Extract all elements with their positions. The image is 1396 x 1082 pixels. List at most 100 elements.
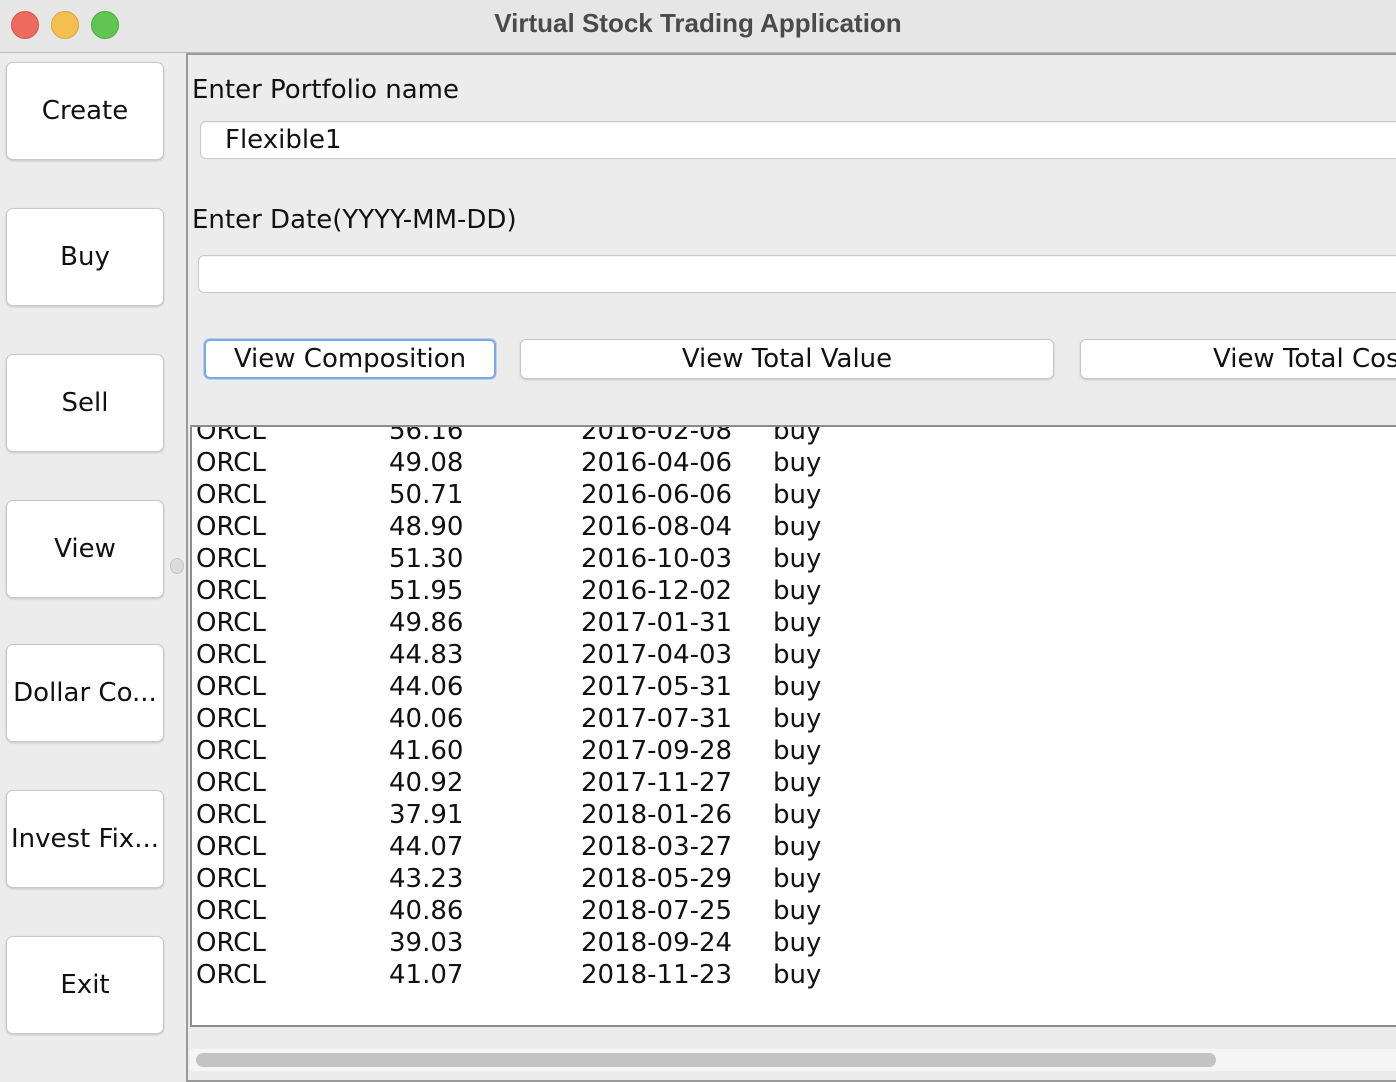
date-cell: 2016-04-06 <box>581 448 733 478</box>
symbol-cell: ORCL <box>196 480 266 510</box>
symbol-cell: ORCL <box>196 928 266 958</box>
date-cell: 2016-02-08 <box>581 425 733 446</box>
symbol-cell: ORCL <box>196 960 266 990</box>
price-cell: 48.90 <box>389 512 464 542</box>
view-total-cost-button[interactable]: View Total Cos <box>1080 339 1396 379</box>
composition-output[interactable]: ORCL 56.16 2016-02-08 buy ORCL 49.08 2016-04-0… <box>190 425 1396 1027</box>
list-item: ORCL 44.07 2018-03-27 buy <box>196 831 896 863</box>
list-item: ORCL 40.06 2017-07-31 buy <box>196 703 896 735</box>
symbol-cell: ORCL <box>196 736 266 766</box>
price-cell: 44.07 <box>389 832 464 862</box>
price-cell: 41.07 <box>389 960 464 990</box>
main-panel: Enter Portfolio name Enter Date(YYYY-MM-… <box>186 53 1396 1082</box>
price-cell: 51.95 <box>389 576 464 606</box>
type-cell: buy <box>773 896 822 926</box>
type-cell: buy <box>773 704 822 734</box>
split-pane-divider[interactable] <box>170 558 184 574</box>
price-cell: 49.86 <box>389 608 464 638</box>
title-bar: Virtual Stock Trading Application <box>0 0 1396 53</box>
list-item: ORCL 40.92 2017-11-27 buy <box>196 767 896 799</box>
list-item: ORCL 51.95 2016-12-02 buy <box>196 575 896 607</box>
symbol-cell: ORCL <box>196 512 266 542</box>
symbol-cell: ORCL <box>196 448 266 478</box>
price-cell: 51.30 <box>389 544 464 574</box>
type-cell: buy <box>773 512 822 542</box>
view-total-value-button[interactable]: View Total Value <box>520 339 1054 379</box>
list-item: ORCL 41.07 2018-11-23 buy <box>196 959 896 991</box>
exit-button[interactable]: Exit <box>6 936 164 1034</box>
list-item: ORCL 40.86 2018-07-25 buy <box>196 895 896 927</box>
symbol-cell: ORCL <box>196 544 266 574</box>
price-cell: 44.06 <box>389 672 464 702</box>
type-cell: buy <box>773 800 822 830</box>
list-item: ORCL 44.83 2017-04-03 buy <box>196 639 896 671</box>
symbol-cell: ORCL <box>196 704 266 734</box>
price-cell: 56.16 <box>389 425 464 446</box>
date-cell: 2018-05-29 <box>581 864 733 894</box>
list-item: ORCL 49.86 2017-01-31 buy <box>196 607 896 639</box>
price-cell: 39.03 <box>389 928 464 958</box>
date-cell: 2016-12-02 <box>581 576 733 606</box>
type-cell: buy <box>773 672 822 702</box>
view-composition-button[interactable]: View Composition <box>204 339 496 379</box>
list-item: ORCL 37.91 2018-01-26 buy <box>196 799 896 831</box>
date-cell: 2017-05-31 <box>581 672 733 702</box>
date-input[interactable] <box>198 255 1396 293</box>
date-cell: 2018-03-27 <box>581 832 733 862</box>
create-button[interactable]: Create <box>6 62 164 160</box>
date-cell: 2017-04-03 <box>581 640 733 670</box>
price-cell: 40.86 <box>389 896 464 926</box>
price-cell: 40.92 <box>389 768 464 798</box>
symbol-cell: ORCL <box>196 832 266 862</box>
symbol-cell: ORCL <box>196 672 266 702</box>
list-item: ORCL 49.08 2016-04-06 buy <box>196 447 896 479</box>
list-item: ORCL 41.60 2017-09-28 buy <box>196 735 896 767</box>
symbol-cell: ORCL <box>196 608 266 638</box>
date-cell: 2016-06-06 <box>581 480 733 510</box>
type-cell: buy <box>773 640 822 670</box>
date-label: Enter Date(YYYY-MM-DD) <box>192 205 517 235</box>
date-cell: 2016-08-04 <box>581 512 733 542</box>
list-item: ORCL 56.16 2016-02-08 buy <box>196 425 896 447</box>
symbol-cell: ORCL <box>196 896 266 926</box>
portfolio-name-input[interactable] <box>200 121 1396 159</box>
date-cell: 2018-01-26 <box>581 800 733 830</box>
symbol-cell: ORCL <box>196 800 266 830</box>
date-cell: 2016-10-03 <box>581 544 733 574</box>
type-cell: buy <box>773 960 822 990</box>
price-cell: 50.71 <box>389 480 464 510</box>
list-item: ORCL 51.30 2016-10-03 buy <box>196 543 896 575</box>
list-item: ORCL 39.03 2018-09-24 buy <box>196 927 896 959</box>
type-cell: buy <box>773 480 822 510</box>
type-cell: buy <box>773 448 822 478</box>
symbol-cell: ORCL <box>196 864 266 894</box>
type-cell: buy <box>773 608 822 638</box>
horizontal-scrollbar[interactable] <box>190 1049 1396 1071</box>
type-cell: buy <box>773 425 822 446</box>
sell-button[interactable]: Sell <box>6 354 164 452</box>
transaction-list: ORCL 56.16 2016-02-08 buy ORCL 49.08 2016-04-0… <box>196 425 896 991</box>
dollar-cost-button[interactable]: Dollar Co... <box>6 644 164 742</box>
list-item: ORCL 43.23 2018-05-29 buy <box>196 863 896 895</box>
price-cell: 41.60 <box>389 736 464 766</box>
type-cell: buy <box>773 736 822 766</box>
price-cell: 49.08 <box>389 448 464 478</box>
view-button[interactable]: View <box>6 500 164 598</box>
date-cell: 2017-07-31 <box>581 704 733 734</box>
window-title: Virtual Stock Trading Application <box>494 8 902 38</box>
symbol-cell: ORCL <box>196 425 266 446</box>
buy-button[interactable]: Buy <box>6 208 164 306</box>
invest-fixed-button[interactable]: Invest Fix... <box>6 790 164 888</box>
list-item: ORCL 44.06 2017-05-31 buy <box>196 671 896 703</box>
price-cell: 44.83 <box>389 640 464 670</box>
price-cell: 43.23 <box>389 864 464 894</box>
type-cell: buy <box>773 864 822 894</box>
scrollbar-thumb[interactable] <box>196 1053 1216 1067</box>
portfolio-name-label: Enter Portfolio name <box>192 75 460 105</box>
price-cell: 37.91 <box>389 800 464 830</box>
list-item: ORCL 50.71 2016-06-06 buy <box>196 479 896 511</box>
type-cell: buy <box>773 768 822 798</box>
date-cell: 2017-01-31 <box>581 608 733 638</box>
date-cell: 2018-07-25 <box>581 896 733 926</box>
date-cell: 2017-11-27 <box>581 768 733 798</box>
